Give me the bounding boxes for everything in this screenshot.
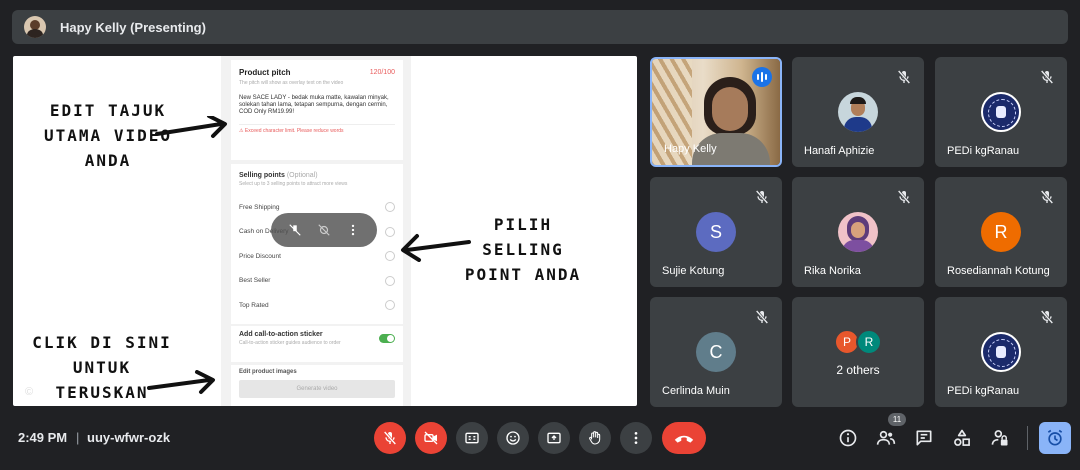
chat-icon xyxy=(916,430,932,446)
mic-off-icon xyxy=(1040,70,1054,84)
more-vert-icon xyxy=(634,432,638,444)
selling-points-title: Selling points (Optional) xyxy=(239,172,318,179)
meeting-details-button[interactable] xyxy=(836,426,860,450)
arrow-left-icon xyxy=(401,234,471,262)
mic-off-icon xyxy=(1040,190,1054,204)
avatar: R xyxy=(856,329,882,355)
participant-tile[interactable]: Rika Norika xyxy=(792,177,924,287)
tile-overlay-controls[interactable] xyxy=(271,213,377,247)
participant-name: Hanafi Aphizie xyxy=(804,145,875,157)
meeting-code: uuy-wfwr-ozk xyxy=(87,430,171,445)
avatar xyxy=(838,92,878,132)
avatar xyxy=(981,92,1021,132)
participant-tile[interactable]: C Cerlinda Muin xyxy=(650,297,782,407)
camera-toggle-button[interactable] xyxy=(415,422,447,454)
mic-off-icon xyxy=(755,310,769,324)
lock-person-icon xyxy=(991,430,1008,446)
speaking-indicator-icon xyxy=(752,67,772,87)
participant-tile[interactable]: Hapy Kelly xyxy=(650,57,782,167)
cta-title: Add call-to-action sticker xyxy=(239,331,323,338)
participant-name: Hapy Kelly xyxy=(664,143,717,155)
activities-button[interactable] xyxy=(950,426,974,450)
participant-name: Cerlinda Muin xyxy=(662,385,730,397)
presenter-title: Hapy Kelly (Presenting) xyxy=(60,19,206,35)
mic-toggle-button[interactable] xyxy=(374,422,406,454)
chat-button[interactable] xyxy=(912,426,936,450)
mic-off-icon xyxy=(383,431,397,445)
annotation-selling-point: PILIH SELLING POINT ANDA xyxy=(464,215,582,284)
info-icon xyxy=(839,429,857,447)
cta-toggle xyxy=(379,334,395,343)
arrow-right-icon xyxy=(155,116,227,138)
participant-tile[interactable]: Hanafi Aphizie xyxy=(792,57,924,167)
alarm-icon xyxy=(1047,429,1063,446)
timer-button[interactable] xyxy=(1039,422,1071,454)
present-screen-icon xyxy=(547,432,561,444)
captions-icon xyxy=(465,432,479,444)
people-button[interactable] xyxy=(874,426,898,450)
arrow-right-icon xyxy=(147,370,215,394)
people-icon xyxy=(876,430,896,445)
participant-tile[interactable]: R Rosediannah Kotung xyxy=(935,177,1067,287)
end-call-button[interactable] xyxy=(662,422,706,454)
participant-name: PEDi kgRanau xyxy=(947,145,1020,157)
edit-product-images-title: Edit product images xyxy=(239,369,297,375)
mic-off-icon[interactable] xyxy=(288,223,302,237)
participant-tile[interactable]: PEDi kgRanau xyxy=(935,57,1067,167)
avatar: R xyxy=(981,212,1021,252)
avatar: C xyxy=(696,332,736,372)
edit-images-card: Edit product images Generate video xyxy=(231,365,403,406)
selling-point-option: Best Seller xyxy=(239,269,395,294)
presenter-bar[interactable]: Hapy Kelly (Presenting) xyxy=(12,10,1068,44)
participant-name: PEDi kgRanau xyxy=(947,385,1020,397)
clock: 2:49 PM xyxy=(18,430,68,445)
pin-off-icon[interactable] xyxy=(317,223,331,237)
character-limit-warning: ⚠ Exceed character limit. Please reduce … xyxy=(239,124,395,134)
cta-subtitle: Call-to-action sticker guides audience t… xyxy=(239,340,341,346)
participant-name: Rika Norika xyxy=(804,265,861,277)
divider: | xyxy=(76,430,80,445)
product-pitch-subtitle: The pitch will show as overlay text on t… xyxy=(239,80,344,86)
product-pitch-card: Product pitch 120/100 The pitch will sho… xyxy=(231,60,403,160)
mic-off-icon xyxy=(755,190,769,204)
selling-points-subtitle: Select up to 3 selling points to attract… xyxy=(239,181,348,187)
participant-video xyxy=(712,87,748,131)
avatar xyxy=(838,212,878,252)
toolbar-divider xyxy=(1027,426,1028,450)
cta-card: Add call-to-action sticker Call-to-actio… xyxy=(231,326,403,362)
captions-button[interactable] xyxy=(456,422,488,454)
selling-point-option: Price Discount xyxy=(239,244,395,269)
avatar: S xyxy=(696,212,736,252)
bottom-toolbar: 2:49 PM | uuy-wfwr-ozk xyxy=(0,418,1080,458)
people-count-badge: 11 xyxy=(888,413,906,426)
others-tile[interactable]: P R 2 others xyxy=(792,297,924,407)
selling-point-option: Top Rated xyxy=(239,293,395,318)
more-options-icon[interactable] xyxy=(346,223,360,237)
present-button[interactable] xyxy=(538,422,570,454)
product-pitch-text: New SACE LADY - bedak muka matte, kawala… xyxy=(239,95,389,115)
host-controls-button[interactable] xyxy=(988,426,1012,450)
more-options-button[interactable] xyxy=(620,422,652,454)
camera-off-icon xyxy=(424,431,438,445)
participant-name: Sujie Kotung xyxy=(662,265,725,277)
participant-tile[interactable]: PEDi kgRanau xyxy=(935,297,1067,407)
end-call-icon xyxy=(674,435,694,443)
mic-off-icon xyxy=(897,70,911,84)
raise-hand-icon xyxy=(589,431,601,445)
mic-off-icon xyxy=(897,190,911,204)
emoji-button[interactable] xyxy=(497,422,529,454)
character-counter: 120/100 xyxy=(369,69,395,76)
emoji-icon xyxy=(506,431,520,445)
presenter-avatar xyxy=(24,16,46,38)
mic-off-icon xyxy=(1040,310,1054,324)
activities-icon xyxy=(954,429,970,446)
watermark: © xyxy=(25,386,34,398)
others-count: 2 others xyxy=(836,363,880,377)
avatar xyxy=(981,332,1021,372)
presentation-screen: Product pitch 120/100 The pitch will sho… xyxy=(13,56,637,406)
generate-video-button: Generate video xyxy=(239,380,395,398)
participant-tile[interactable]: S Sujie Kotung xyxy=(650,177,782,287)
raise-hand-button[interactable] xyxy=(579,422,611,454)
participant-name: Rosediannah Kotung xyxy=(947,265,1050,277)
